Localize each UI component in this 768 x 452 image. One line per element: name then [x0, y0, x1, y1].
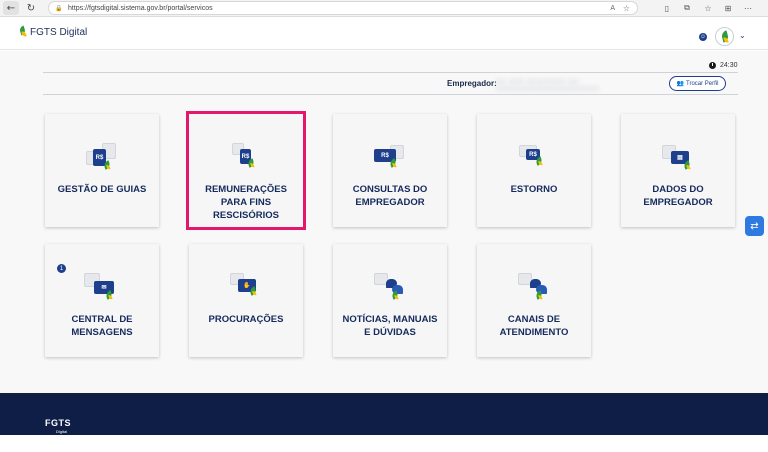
favorite-star-icon[interactable]: ☆ — [623, 4, 630, 13]
employer-value: XX.XXX.XXX/XXXX-XX - XXXXXXXXXXXXXXXXXXX… — [496, 79, 600, 93]
card-remuneracoes[interactable]: R$ REMUNERAÇÕES PARA FINS RESCISÓRIOS — [186, 111, 306, 230]
card-label: PROCURAÇÕES — [208, 314, 284, 325]
accessibility-icon[interactable]: ☺ — [699, 33, 707, 41]
card-label: REMUNERAÇÕES PARA FINS RESCISÓRIOS — [205, 184, 287, 221]
translate-icon[interactable]: ⇄ — [745, 216, 764, 236]
employer-data-icon: ▤ — [658, 143, 698, 177]
card-label: DADOS DO EMPREGADOR — [643, 184, 713, 208]
switch-profile-button[interactable]: 👥 Trocar Perfil — [669, 76, 726, 91]
divider — [43, 72, 738, 73]
brand-name: FGTS Digital — [30, 26, 88, 38]
card-label: GESTÃO DE GUIAS — [57, 184, 147, 195]
card-label: CANAIS DE ATENDIMENTO — [499, 314, 569, 338]
support-channels-icon — [514, 273, 554, 307]
card-central-de-mensagens[interactable]: ✉ CENTRAL DE MENSAGENS — [45, 244, 159, 357]
footer-brand-sub: Digital — [56, 429, 68, 434]
news-icon — [370, 273, 410, 307]
app-header: FGTS Digital ☺ ⌄ — [0, 18, 768, 50]
refund-icon: R$ — [514, 143, 554, 177]
switch-profile-label: Trocar Perfil — [686, 80, 719, 87]
page-bottom — [0, 435, 768, 452]
card-dados-do-empregador[interactable]: ▤ DADOS DO EMPREGADOR — [621, 114, 735, 227]
card-label: CENTRAL DE MENSAGENS — [71, 314, 133, 338]
footer-brand: FGTS — [45, 418, 71, 428]
card-noticias-manuais-duvidas[interactable]: NOTÍCIAS, MANUAIS E DÚVIDAS — [333, 244, 447, 357]
employer-label: Empregador: — [447, 79, 497, 88]
collections-icon[interactable]: ⊞ — [722, 2, 734, 14]
favorites-icon[interactable]: ☆ — [702, 2, 714, 14]
card-procuracoes[interactable]: ✋ PROCURAÇÕES — [189, 244, 303, 357]
url-text: https://fgtsdigital.sistema.gov.br/porta… — [68, 4, 213, 12]
remuneration-icon: R$ — [226, 143, 266, 177]
avatar[interactable] — [715, 27, 734, 46]
read-aloud-icon[interactable]: A — [610, 5, 615, 12]
unread-badge: 1 — [57, 264, 66, 273]
guides-icon: R$ — [82, 143, 122, 177]
card-gestao-de-guias[interactable]: R$ GESTÃO DE GUIAS — [45, 114, 159, 227]
brand-logo[interactable]: FGTS Digital — [19, 26, 87, 38]
card-label: ESTORNO — [510, 184, 558, 195]
card-canais-de-atendimento[interactable]: CANAIS DE ATENDIMENTO — [477, 244, 591, 357]
leaf-logo-icon — [19, 26, 27, 38]
clock-icon — [709, 62, 716, 69]
session-timer: 24:30 — [720, 62, 738, 69]
reload-icon[interactable]: ↻ — [23, 1, 39, 15]
card-label: NOTÍCIAS, MANUAIS E DÚVIDAS — [342, 314, 438, 338]
card-label: CONSULTAS DO EMPREGADOR — [352, 184, 428, 208]
users-icon: 👥 — [676, 80, 685, 87]
card-estorno[interactable]: R$ ESTORNO — [477, 114, 591, 227]
lock-icon: 🔒 — [55, 4, 63, 12]
more-menu-icon[interactable]: ⋯ — [742, 2, 754, 14]
chevron-down-icon[interactable]: ⌄ — [739, 31, 746, 40]
power-of-attorney-icon: ✋ — [226, 273, 266, 307]
browser-toolbar: ← ↻ 🔒 https://fgtsdigital.sistema.gov.br… — [0, 0, 768, 17]
employer-query-icon: R$ — [370, 143, 410, 177]
footer: FGTS Digital — [0, 393, 768, 435]
card-consultas-do-empregador[interactable]: R$ CONSULTAS DO EMPREGADOR — [333, 114, 447, 227]
divider — [43, 94, 738, 95]
back-arrow-icon[interactable]: ← — [3, 1, 19, 15]
address-bar[interactable]: 🔒 https://fgtsdigital.sistema.gov.br/por… — [48, 1, 638, 15]
split-screen-icon[interactable]: ▯ — [661, 2, 673, 14]
extensions-icon[interactable]: ⧉ — [681, 2, 693, 14]
messages-icon: ✉ — [82, 273, 122, 307]
